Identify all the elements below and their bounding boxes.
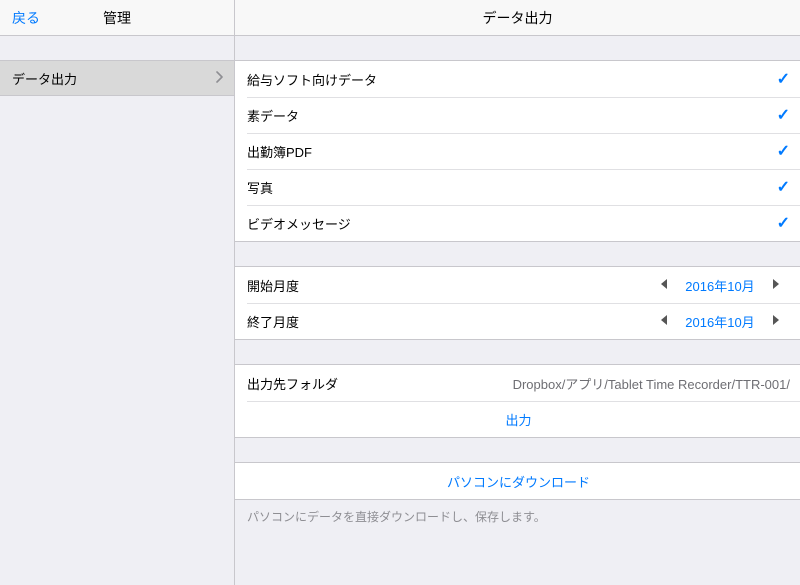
download-footer: パソコンにデータを直接ダウンロードし、保存します。 xyxy=(235,500,800,533)
start-month-value: 2016年10月 xyxy=(678,276,762,295)
content: 給与ソフト向けデータ ✓ 素データ ✓ 出勤簿PDF ✓ 写真 ✓ ビデオメッセ… xyxy=(235,36,800,585)
button-label: パソコンにダウンロード xyxy=(447,472,590,491)
export-option-video-message[interactable]: ビデオメッセージ ✓ xyxy=(235,205,800,241)
sidebar-item-data-export[interactable]: データ出力 xyxy=(0,60,234,96)
end-month-row: 終了月度 2016年10月 xyxy=(235,303,800,339)
output-folder-value: Dropbox/アプリ/Tablet Time Recorder/TTR-001… xyxy=(513,374,790,393)
export-option-attendance-pdf[interactable]: 出勤簿PDF ✓ xyxy=(235,133,800,169)
export-option-raw[interactable]: 素データ ✓ xyxy=(235,97,800,133)
back-button[interactable]: 戻る xyxy=(0,8,52,28)
output-folder-row[interactable]: 出力先フォルダ Dropbox/アプリ/Tablet Time Recorder… xyxy=(235,365,800,401)
output-group: 出力先フォルダ Dropbox/アプリ/Tablet Time Recorder… xyxy=(235,364,800,438)
start-month-stepper: 2016年10月 xyxy=(650,276,790,295)
sidebar-item-label: データ出力 xyxy=(12,69,77,88)
start-month-next[interactable] xyxy=(762,278,790,293)
chevron-right-icon xyxy=(216,71,224,86)
cell-label: ビデオメッセージ xyxy=(247,214,777,233)
download-button[interactable]: パソコンにダウンロード xyxy=(235,463,800,499)
export-button[interactable]: 出力 xyxy=(235,401,800,437)
cell-label: 開始月度 xyxy=(247,276,650,295)
cell-label: 出力先フォルダ xyxy=(247,374,513,393)
export-options-group: 給与ソフト向けデータ ✓ 素データ ✓ 出勤簿PDF ✓ 写真 ✓ ビデオメッセ… xyxy=(235,60,800,242)
export-option-photo[interactable]: 写真 ✓ xyxy=(235,169,800,205)
checkmark-icon: ✓ xyxy=(777,69,790,89)
end-month-value: 2016年10月 xyxy=(678,312,762,331)
checkmark-icon: ✓ xyxy=(777,177,790,197)
button-label: 出力 xyxy=(505,410,531,429)
navbar: 戻る 管理 データ出力 xyxy=(0,0,800,36)
period-group: 開始月度 2016年10月 終了月度 xyxy=(235,266,800,340)
download-group: パソコンにダウンロード xyxy=(235,462,800,500)
end-month-next[interactable] xyxy=(762,314,790,329)
start-month-row: 開始月度 2016年10月 xyxy=(235,267,800,303)
start-month-prev[interactable] xyxy=(650,278,678,293)
cell-label: 給与ソフト向けデータ xyxy=(247,70,777,89)
cell-label: 出勤簿PDF xyxy=(247,142,777,161)
navbar-left: 戻る 管理 xyxy=(0,0,235,35)
cell-label: 終了月度 xyxy=(247,312,650,331)
export-option-payroll[interactable]: 給与ソフト向けデータ ✓ xyxy=(235,61,800,97)
checkmark-icon: ✓ xyxy=(777,213,790,233)
cell-label: 写真 xyxy=(247,178,777,197)
cell-label: 素データ xyxy=(247,106,777,125)
end-month-stepper: 2016年10月 xyxy=(650,312,790,331)
checkmark-icon: ✓ xyxy=(777,105,790,125)
checkmark-icon: ✓ xyxy=(777,141,790,161)
end-month-prev[interactable] xyxy=(650,314,678,329)
sidebar: データ出力 xyxy=(0,36,235,585)
navbar-right-title: データ出力 xyxy=(235,0,800,35)
